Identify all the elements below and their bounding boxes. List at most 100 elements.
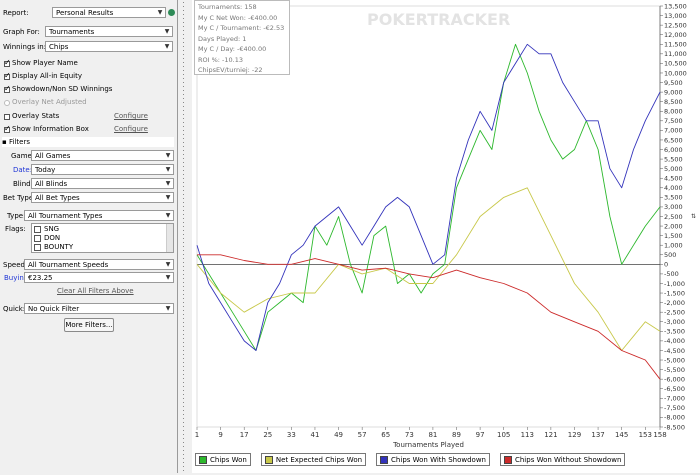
flag-label: DON [44, 234, 61, 242]
bet-type-select[interactable]: All Bet Types ▼ [31, 192, 174, 203]
x-tick-label: 158 [653, 431, 666, 439]
x-tick-label: 49 [334, 431, 343, 439]
legend-without-showdown[interactable]: Chips Won Without Showdown [499, 453, 626, 466]
graph-for-label: Graph For: [3, 28, 40, 36]
type-label: Type: [7, 212, 26, 220]
chevron-down-icon: ▼ [165, 180, 171, 187]
y-tick-label: 3,000 [664, 203, 683, 211]
option-checkbox[interactable] [4, 100, 10, 106]
graph-for-select[interactable]: Tournaments ▼ [45, 26, 173, 37]
legend-swatch [380, 455, 389, 464]
flag-sng[interactable]: SNG [34, 225, 59, 233]
blind-value: All Blinds [35, 180, 68, 188]
legend-with-showdown[interactable]: Chips Won With Showdown [376, 453, 490, 466]
option-checkbox[interactable] [4, 114, 10, 120]
watermark-logo: POKERTRACKER [367, 10, 510, 29]
speed-select[interactable]: All Tournament Speeds ▼ [24, 259, 174, 270]
option-label: Overlay Net Adjusted [12, 98, 87, 106]
y-tick-label: -1,500 [664, 289, 685, 297]
stat-line: My C / Tournament: -€2.53 [198, 24, 285, 32]
y-tick-label: -8,500 [664, 423, 685, 431]
chevron-down-icon: ▼ [165, 305, 171, 312]
clear-filters-link[interactable]: Clear All Filters Above [57, 287, 134, 295]
option-checkbox[interactable] [4, 71, 11, 80]
more-filters-button[interactable]: More Filters... [64, 318, 114, 332]
y-tick-label: -3,000 [664, 318, 685, 326]
legend-swatch [264, 455, 273, 464]
date-label: Date: [13, 166, 33, 174]
option-label: Display All-in Equity [12, 72, 82, 80]
y-tick-label: 7,500 [664, 117, 683, 125]
x-tick-label: 121 [544, 431, 557, 439]
game-select[interactable]: All Games ▼ [31, 150, 174, 161]
y-tick-label: 0 [664, 261, 668, 269]
y-tick-label: -4,500 [664, 347, 685, 355]
y-tick-label: -500 [664, 270, 679, 278]
configure-infobox-link[interactable]: Configure [114, 125, 148, 133]
buyin-select[interactable]: €23.25 ▼ [24, 272, 174, 283]
splitter-grip[interactable] [183, 0, 185, 473]
option-checkbox[interactable] [4, 124, 11, 133]
legend-label: Chips Won With Showdown [391, 455, 486, 464]
y-tick-label: 13,500 [664, 2, 687, 10]
y-tick-label: 12,000 [664, 31, 687, 39]
filters-heading: Filters [8, 138, 30, 146]
graph-for-value: Tournaments [49, 28, 95, 36]
legend-label: Chips Won [210, 455, 247, 464]
x-tick-label: 89 [452, 431, 461, 439]
game-value: All Games [35, 152, 71, 160]
series-net-expected [196, 187, 661, 351]
blind-select[interactable]: All Blinds ▼ [31, 178, 174, 189]
quick-label: Quick: [3, 305, 26, 313]
date-value: Today [35, 166, 56, 174]
y-tick-label: 12,500 [664, 21, 687, 29]
y-tick-label: 10,000 [664, 69, 687, 77]
information-box[interactable]: Tournaments: 158 My C Net Won: -€400.00 … [194, 0, 290, 75]
report-select[interactable]: Personal Results ▼ [52, 7, 166, 18]
flag-bounty[interactable]: BOUNTY [34, 243, 73, 251]
y-tick-label: 9,000 [664, 88, 683, 96]
x-tick-label: 137 [591, 431, 604, 439]
y-tick-label: -6,000 [664, 375, 685, 383]
quick-filter-select[interactable]: No Quick Filter ▼ [24, 303, 174, 314]
y-tick-label: 2,000 [664, 222, 683, 230]
y-tick-label: 500 [664, 251, 676, 259]
flag-don[interactable]: DON [34, 234, 60, 242]
option-checkbox[interactable] [4, 58, 11, 67]
x-tick-label: 17 [240, 431, 249, 439]
y-tick-label: -6,500 [664, 385, 685, 393]
chevron-down-icon: ▼ [165, 194, 171, 201]
winnings-in-select[interactable]: Chips ▼ [45, 41, 173, 52]
legend-chips-won[interactable]: Chips Won [195, 453, 251, 466]
stat-line: My C Net Won: -€400.00 [198, 13, 278, 22]
y-tick-label: 10,500 [664, 60, 687, 68]
legend-label: Net Expected Chips Won [275, 455, 363, 464]
refresh-icon[interactable] [168, 9, 175, 16]
checkbox[interactable] [34, 234, 41, 242]
buyin-label: Buyin: [4, 274, 27, 282]
checkbox[interactable] [34, 225, 41, 233]
flags-scrollbar[interactable] [166, 224, 173, 252]
buyin-value: €23.25 [28, 274, 53, 282]
date-select[interactable]: Today ▼ [31, 164, 174, 175]
axis-unit-icon: ⇅ [691, 213, 696, 220]
y-tick-label: 11,500 [664, 41, 687, 49]
x-tick-label: 145 [615, 431, 628, 439]
x-tick-label: 97 [476, 431, 485, 439]
y-tick-label: -7,500 [664, 404, 685, 412]
type-select[interactable]: All Tournament Types ▼ [24, 210, 174, 221]
chevron-down-icon: ▼ [165, 166, 171, 173]
speed-value: All Tournament Speeds [28, 261, 109, 269]
legend-swatch [199, 455, 207, 464]
filters-section-header[interactable]: ▪ Filters [2, 137, 174, 147]
panel-divider[interactable] [177, 0, 178, 473]
option-checkbox[interactable] [4, 84, 11, 93]
y-tick-label: 11,000 [664, 50, 687, 58]
stat-line: Days Played: 1 [198, 34, 247, 43]
y-tick-label: 2,500 [664, 213, 683, 221]
checkbox[interactable] [34, 243, 41, 251]
configure-overlay-link[interactable]: Configure [114, 112, 148, 120]
y-tick-label: 6,500 [664, 136, 683, 144]
legend-net-expected[interactable]: Net Expected Chips Won [260, 453, 367, 466]
legend-swatch [503, 455, 512, 464]
